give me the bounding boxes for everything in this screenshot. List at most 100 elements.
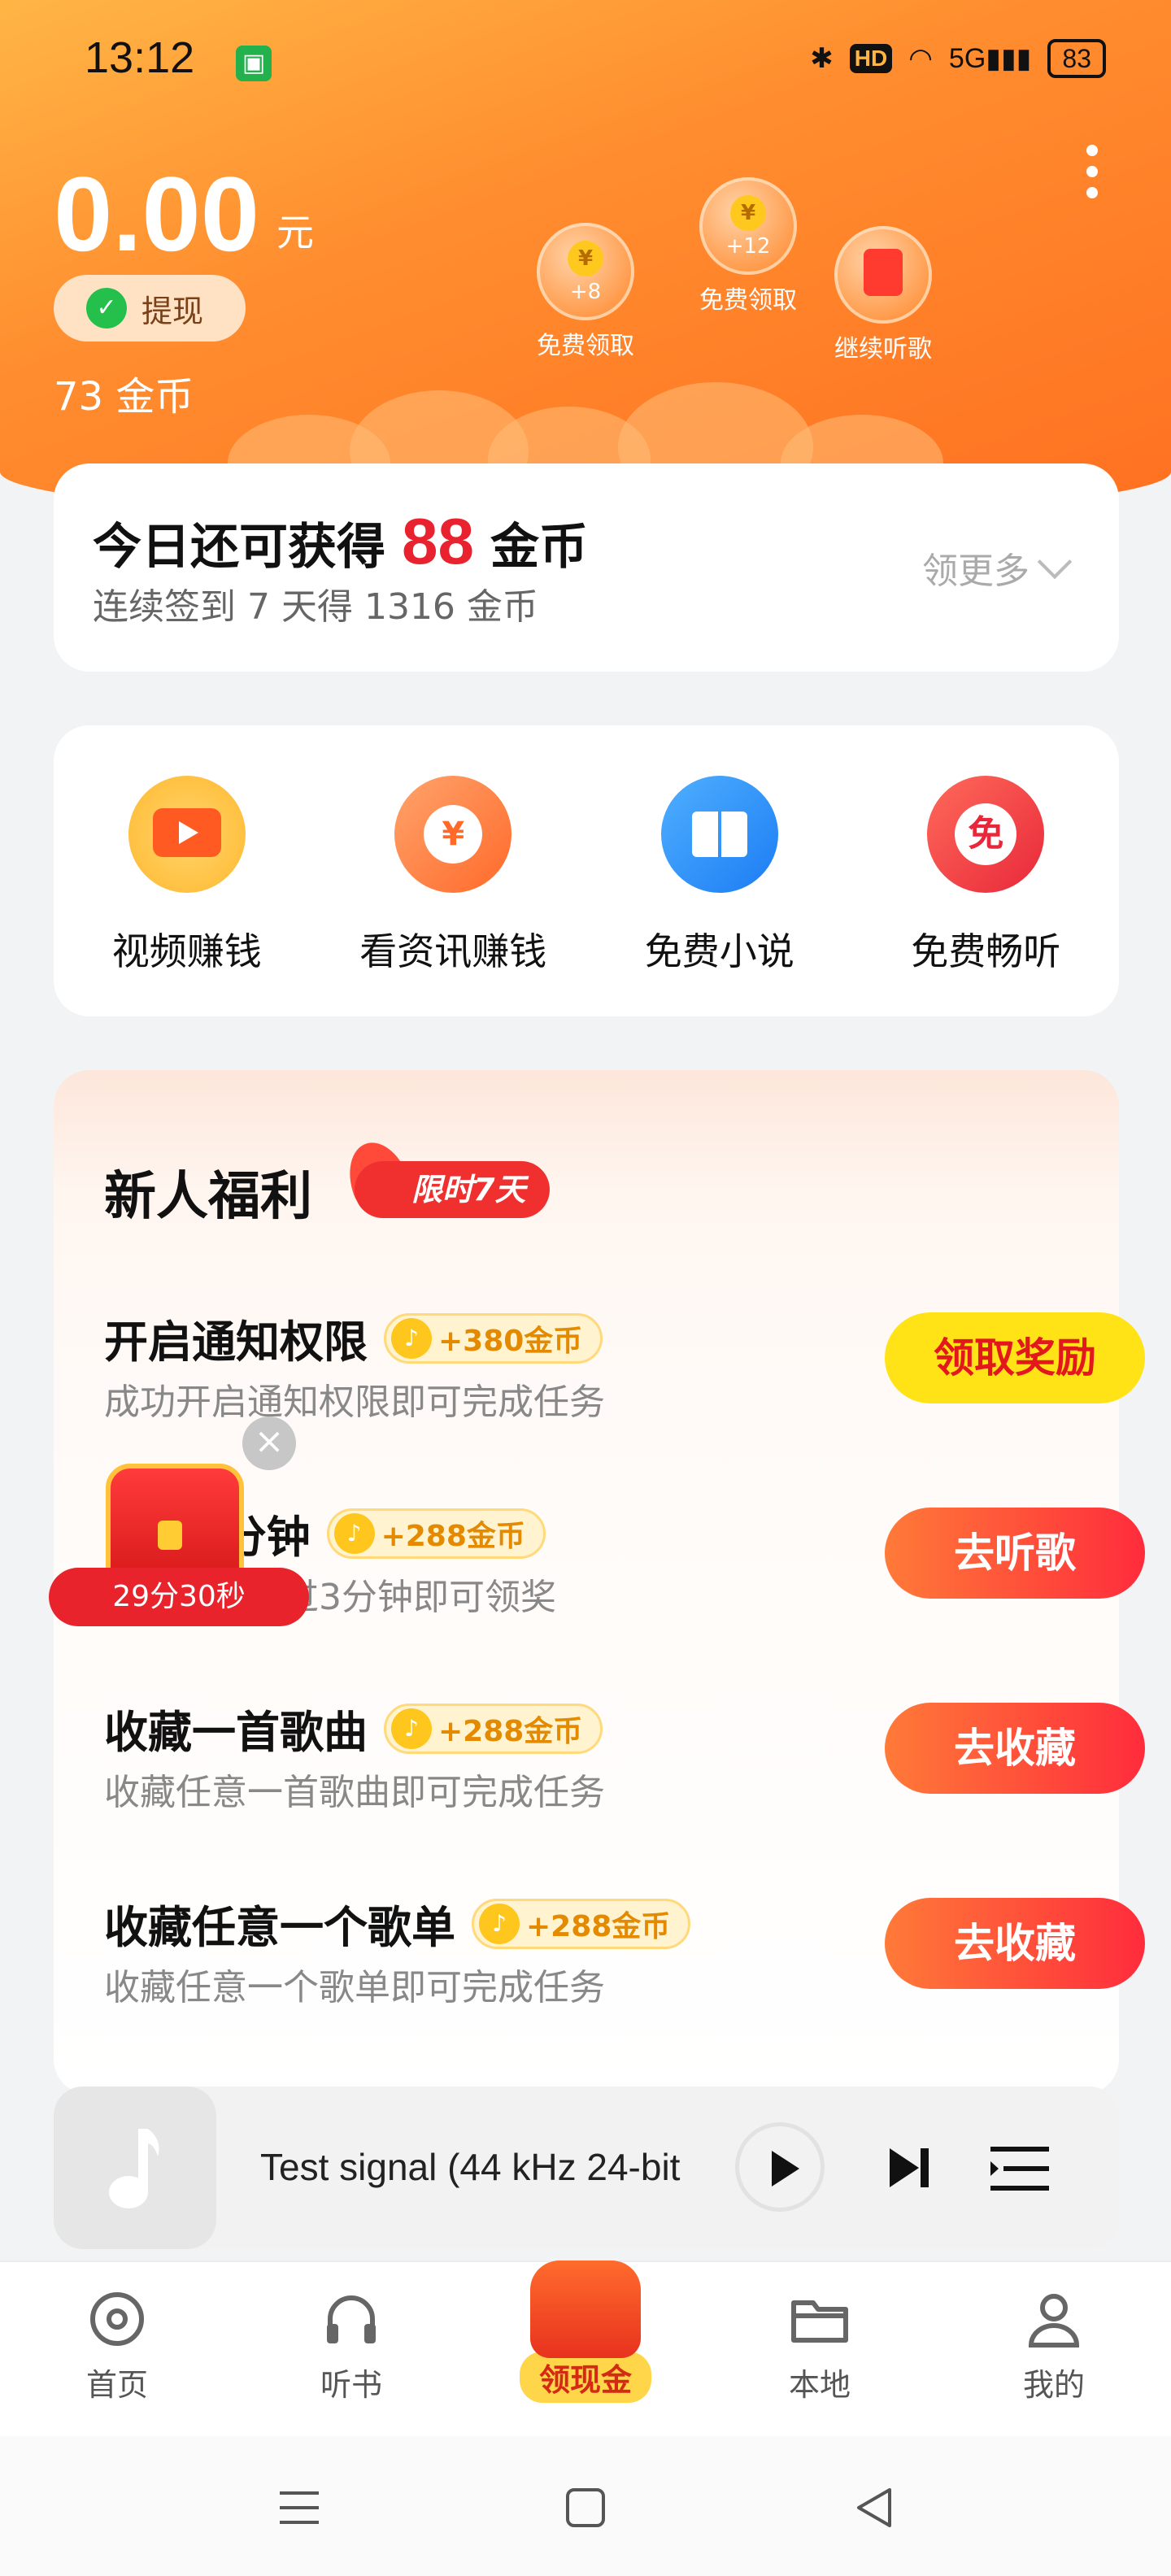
shortcut-free-listen[interactable]: 免 免费畅听 [872,776,1099,1016]
newcomer-title: 新人福利 [104,1167,312,1227]
task-title: 收藏一首歌曲 [104,1707,368,1758]
music-coin-icon: ♪ [391,1708,432,1749]
nav-get-cash[interactable]: 领现金 [468,2261,703,2436]
free-coin-bubble-2[interactable]: ¥ +12 免费领取 [699,177,797,315]
folder-icon [791,2300,848,2343]
nav-label: 我的 [1022,2367,1085,2403]
withdraw-button[interactable]: ✓ 提现 [54,275,246,342]
reward-amount: +288金币 [526,1909,671,1943]
red-packet-icon [864,249,903,296]
headphones-icon [327,2295,376,2343]
more-options-icon[interactable] [1086,145,1098,198]
get-more-label: 领更多 [922,550,1030,592]
signin-suffix: 金币 [490,519,588,576]
task-description: 成功开启通知权限即可完成任务 [104,1382,605,1423]
battery-icon: 83 [1047,39,1106,78]
signin-subtitle: 连续签到 7 天得 1316 金币 [93,586,538,628]
wechat-icon: ✓ [86,288,127,329]
nav-home[interactable]: 首页 [0,2262,234,2436]
nav-label: 领现金 [519,2352,651,2403]
free-coin-bubble-1[interactable]: ¥ +8 免费领取 [537,223,634,361]
get-more-button[interactable]: 领更多 [922,542,1073,594]
cash-balance: 0.00 [54,154,260,273]
shortcut-video-earn[interactable]: 视频赚钱 [73,776,301,1016]
network-type: 5G [948,43,986,74]
coin-icon: ¥ [730,195,766,231]
reward-tag: ♪ +380金币 [384,1312,603,1364]
task-description: 收藏任意一个歌单即可完成任务 [104,1967,605,2008]
reward-tag: ♪ +288金币 [472,1898,691,1949]
bubble-label: 继续听歌 [834,335,932,363]
menu-icon[interactable] [276,2485,322,2530]
signin-title: 今日还可获得 88 金币 [93,504,588,579]
music-coin-icon: ♪ [391,1317,432,1359]
news-planet-icon: ¥ [394,776,512,893]
signin-prefix: 今日还可获得 [93,519,385,576]
bubble-label: 免费领取 [699,286,797,315]
home-disc-icon [90,2292,144,2346]
app-notification-icon: ▣ [236,46,272,81]
bubble-amount: +8 [569,280,602,304]
reward-amount: +288金币 [438,1714,583,1748]
shortcut-label: 看资讯赚钱 [359,929,547,973]
wifi-icon: ◠ [908,43,933,74]
music-coin-icon: ♪ [333,1512,375,1554]
nav-audiobooks[interactable]: 听书 [234,2262,468,2436]
back-icon[interactable] [852,2485,898,2530]
reward-tag: ♪ +288金币 [384,1703,603,1754]
status-indicators: ✱ HD ◠ 5G▮▮▮ 83 [810,39,1106,78]
go-listen-button[interactable]: 去听歌 [885,1508,1145,1599]
user-icon [1028,2294,1080,2348]
signal-icon: 5G▮▮▮ [948,43,1032,74]
status-time: 13:12 [85,33,195,82]
coin-balance: 73 金币 [54,374,194,420]
music-coin-icon: ♪ [479,1903,520,1944]
album-art [54,2086,216,2249]
reward-amount: +380金币 [438,1324,583,1358]
shortcut-label: 视频赚钱 [111,929,262,973]
nav-label: 首页 [85,2367,148,2403]
chest-countdown: 29分30秒 [49,1568,309,1626]
music-note-icon [109,2129,159,2208]
shortcut-label: 免费小说 [644,929,794,973]
withdraw-label: 提现 [141,293,204,329]
shortcut-free-novel[interactable]: 免费小说 [606,776,834,1016]
next-track-icon[interactable] [885,2143,934,2192]
track-title: Test signal (44 kHz 24-bit [260,2146,681,2188]
shortcut-label: 免费畅听 [911,929,1061,973]
home-square-icon[interactable] [563,2485,608,2530]
free-listen-icon: 免 [927,776,1045,893]
nav-profile[interactable]: 我的 [937,2262,1171,2436]
chevron-down-icon [1037,544,1073,580]
cash-balance-unit: 元 [276,211,314,255]
bubble-label: 免费领取 [537,332,634,360]
book-icon [660,776,778,893]
claim-reward-button[interactable]: 领取奖励 [885,1312,1145,1403]
task-row: 开启通知权限 ♪ +380金币 成功开启通知权限即可完成任务 领取奖励 [104,1306,1145,1436]
status-bar: 13:12 ▣ ✱ HD ◠ 5G▮▮▮ 83 [0,33,1171,98]
shortcut-news-earn[interactable]: ¥ 看资讯赚钱 [339,776,567,1016]
playlist-queue-icon[interactable] [990,2143,1049,2194]
signin-amount: 88 [402,505,474,577]
mini-player[interactable]: Test signal (44 kHz 24-bit [54,2086,1119,2249]
play-icon [772,2151,799,2187]
nav-label: 听书 [320,2367,382,2403]
hd-icon: HD [849,44,893,73]
bottom-navigation: 首页 听书 领现金 本地 我的 [0,2261,1171,2436]
limited-time-badge: 限时7天 [355,1161,551,1218]
video-tv-icon [128,776,246,893]
go-favorite-playlist-button[interactable]: 去收藏 [885,1898,1145,1989]
play-button[interactable] [735,2122,825,2212]
task-title: 收藏任意一个歌单 [104,1902,455,1953]
reward-amount: +288金币 [381,1519,525,1553]
task-title: 开启通知权限 [104,1316,368,1368]
go-favorite-song-button[interactable]: 去收藏 [885,1703,1145,1794]
task-description: 收藏任意一首歌曲即可完成任务 [104,1772,605,1813]
bubble-amount: +12 [725,234,771,259]
continue-listening-bubble[interactable]: 继续听歌 [834,226,932,364]
nav-local[interactable]: 本地 [703,2262,937,2436]
nav-label: 本地 [788,2367,851,2403]
close-icon[interactable]: × [242,1416,296,1470]
bluetooth-icon: ✱ [810,43,834,74]
signin-card[interactable]: 今日还可获得 88 金币 连续签到 7 天得 1316 金币 领更多 [54,463,1119,672]
